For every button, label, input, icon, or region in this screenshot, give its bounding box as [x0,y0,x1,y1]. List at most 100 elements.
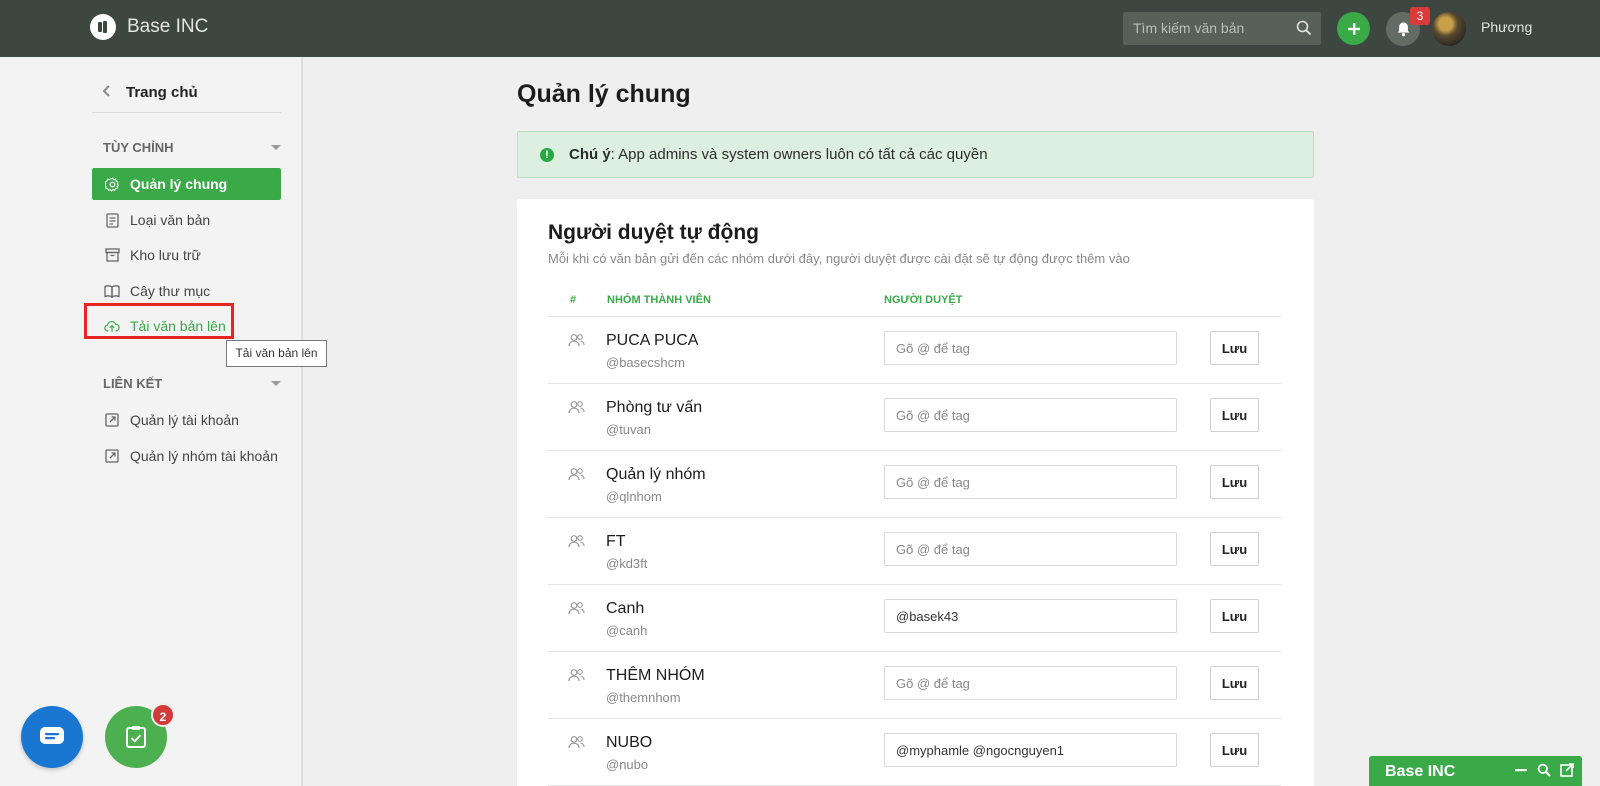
approver-input[interactable] [884,331,1177,365]
notification-badge: 3 [1410,7,1430,25]
sidebar-item-label: Quản lý tài khoản [130,412,239,428]
upload-tooltip: Tải văn bản lên [226,340,327,367]
save-button[interactable]: Lưu [1210,532,1259,566]
group-icon [568,467,585,486]
group-handle: @canh [606,623,648,638]
save-button[interactable]: Lưu [1210,599,1259,633]
external-link-icon [104,412,120,428]
caret-down-icon [271,381,281,386]
clipboard-check-icon [126,726,146,748]
group-icon [568,601,585,620]
bell-icon [1397,22,1409,37]
save-button[interactable]: Lưu [1210,666,1259,700]
table-row: Phòng tư vấn @tuvan Lưu [548,384,1281,451]
group-name: NUBO [606,734,653,751]
sidebar-item-document-types[interactable]: Loại văn bản [92,204,281,236]
mini-chat-title: Base INC [1385,763,1456,780]
plus-icon [1347,22,1360,35]
sidebar-item-archive[interactable]: Kho lưu trữ [92,239,281,271]
column-header-approver: NGƯỜI DUYỆT [884,294,963,306]
group-handle: @qlnhom [606,489,662,504]
minimize-icon[interactable] [1514,763,1528,777]
page-title: Quản lý chung [517,80,691,108]
card-subtitle: Mỗi khi có văn bản gửi đến các nhóm dưới… [548,251,1130,266]
alert-strong: Chú ý [569,146,611,163]
gear-icon [104,176,120,192]
top-bar: Base INC Tìm kiếm văn bản 3 Phương [0,0,1600,57]
highlight-box [84,303,234,339]
sidebar-item-account-management[interactable]: Quản lý tài khoản [92,404,281,436]
group-name: Quản lý nhóm [606,466,706,483]
group-icon [568,534,585,553]
book-icon [104,283,120,299]
table-row: Quản lý nhóm @qlnhom Lưu [548,451,1281,518]
chat-icon [40,727,64,744]
group-name: Canh [606,600,645,617]
approver-input[interactable] [884,599,1177,633]
approver-input[interactable] [884,465,1177,499]
column-header-group: NHÓM THÀNH VIÊN [607,294,711,306]
table-row: FT @kd3ft Lưu [548,518,1281,585]
group-icon [568,400,585,419]
group-name: PUCA PUCA [606,332,699,349]
sidebar-item-label: Quản lý chung [130,176,228,192]
group-icon [568,668,585,687]
sidebar-item-label: Kho lưu trữ [130,247,201,263]
group-handle: @kd3ft [606,556,648,571]
column-header-index: # [570,294,577,306]
alert-text: Chú ý: App admins và system owners luôn … [569,146,988,163]
sidebar-item-label: Cây thư mục [130,283,211,299]
table-row: PUCA PUCA @basecshcm Lưu [548,317,1281,384]
chat-button[interactable] [21,706,83,768]
search-icon[interactable] [1537,763,1551,777]
caret-down-icon [271,145,281,150]
open-external-icon[interactable] [1560,763,1574,777]
chevron-left-icon [102,84,112,103]
sidebar-item-group-management[interactable]: Quản lý nhóm tài khoản [92,440,281,472]
section-links-header[interactable]: LIÊN KẾT [103,376,281,391]
search-input[interactable]: Tìm kiếm văn bản [1123,12,1321,45]
approver-input[interactable] [884,532,1177,566]
section-custom-header[interactable]: TÙY CHỈNH [103,140,281,155]
home-link[interactable]: Trang chủ [92,73,281,113]
brand[interactable]: Base INC [90,14,208,40]
card-title: Người duyệt tự động [548,221,759,244]
table-row: NUBO @nubo Lưu [548,719,1281,786]
task-badge: 2 [151,703,175,727]
auto-approver-card: Người duyệt tự động Mỗi khi có văn bản g… [517,199,1314,786]
save-button[interactable]: Lưu [1210,398,1259,432]
group-handle: @nubo [606,757,649,772]
search-placeholder: Tìm kiếm văn bản [1133,20,1245,36]
group-handle: @tuvan [606,422,651,437]
add-button[interactable] [1337,12,1370,45]
group-handle: @themnhom [606,690,681,705]
group-icon [568,333,585,352]
group-icon [568,735,585,754]
home-label: Trang chủ [126,84,198,101]
table-row: THÊM NHÓM @themnhom Lưu [548,652,1281,719]
avatar[interactable] [1432,12,1466,46]
save-button[interactable]: Lưu [1210,733,1259,767]
approver-input[interactable] [884,666,1177,700]
sidebar-item-general[interactable]: Quản lý chung [92,168,281,200]
save-button[interactable]: Lưu [1210,465,1259,499]
brand-name: Base INC [127,16,209,37]
group-name: THÊM NHÓM [606,667,705,684]
save-button[interactable]: Lưu [1210,331,1259,365]
brand-logo-icon [90,14,116,40]
alert-body: : App admins và system owners luôn có tấ… [610,146,988,163]
user-name[interactable]: Phương [1481,19,1532,35]
section-links-label: LIÊN KẾT [103,376,163,391]
alert-icon: ! [540,148,554,162]
approver-input[interactable] [884,398,1177,432]
group-name: Phòng tư vấn [606,399,703,416]
search-icon[interactable] [1296,20,1312,41]
approver-input[interactable] [884,733,1177,767]
group-name: FT [606,533,626,550]
sidebar: Trang chủ TÙY CHỈNH Quản lý chung Loại v… [0,57,327,786]
sidebar-item-label: Quản lý nhóm tài khoản [130,448,278,464]
group-handle: @basecshcm [606,355,685,370]
table-row: Canh @canh Lưu [548,585,1281,652]
document-icon [104,212,120,228]
mini-chat-bar[interactable]: Base INC [1369,756,1582,786]
